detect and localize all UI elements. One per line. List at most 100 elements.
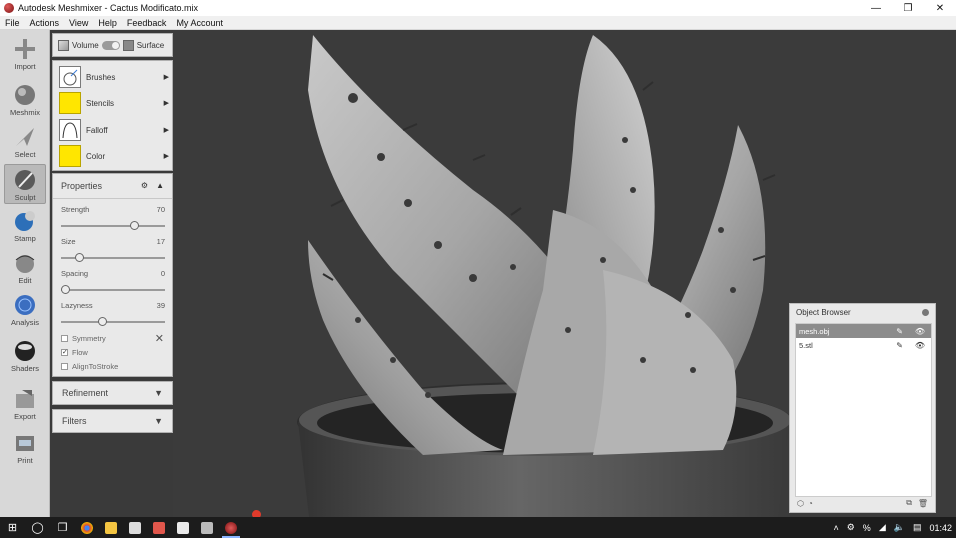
slider-value: 0 — [160, 269, 165, 278]
photos-icon[interactable] — [171, 517, 195, 538]
cortana-search-icon[interactable]: ◯ — [25, 517, 50, 538]
pdf-icon[interactable] — [147, 517, 171, 538]
menu-my-account[interactable]: My Account — [171, 18, 228, 28]
checkbox-box[interactable]: ✓ — [61, 349, 68, 356]
print-icon — [13, 431, 37, 455]
app-icon[interactable] — [195, 517, 219, 538]
cube-icon[interactable]: ⬡ — [797, 499, 804, 508]
filters-panel[interactable]: Filters ▼ — [52, 409, 173, 433]
language-icon[interactable]: % — [863, 523, 871, 533]
slider-knob[interactable] — [74, 253, 84, 262]
symmetry-checkbox[interactable]: Symmetry — [61, 334, 106, 343]
maximize-button[interactable]: ❐ — [892, 0, 924, 16]
tool-export[interactable]: Export — [4, 384, 46, 424]
close-icon[interactable] — [922, 309, 929, 316]
file-explorer-icon[interactable] — [99, 517, 123, 538]
lazyness-slider[interactable]: Lazyness 39 — [61, 301, 165, 326]
collapse-up-icon[interactable]: ▲ — [156, 181, 164, 190]
trash-icon[interactable]: 🗑 — [918, 499, 928, 508]
filters-title: Filters — [62, 416, 87, 426]
chevron-down-icon: ▼ — [154, 416, 163, 426]
tool-label: Edit — [18, 276, 32, 285]
checkbox-label: Symmetry — [72, 334, 106, 343]
tool-print[interactable]: Print — [4, 428, 46, 468]
volume-cube-icon — [58, 39, 69, 51]
slider-value: 70 — [156, 205, 165, 214]
properties-header[interactable]: Properties ⚙ ▲ — [53, 174, 172, 199]
brush-swatch-icon — [59, 66, 81, 88]
object-name: 5.stl — [799, 340, 813, 350]
menu-actions[interactable]: Actions — [25, 18, 65, 28]
size-slider[interactable]: Size 17 — [61, 237, 165, 262]
falloff-label: Falloff — [86, 125, 108, 135]
eye-icon[interactable]: 👁 — [915, 341, 925, 350]
menu-file[interactable]: File — [0, 18, 25, 28]
lock-edit-icon[interactable]: ✎ — [896, 341, 903, 350]
slider-knob[interactable] — [129, 221, 139, 230]
chrome-icon[interactable] — [75, 517, 99, 538]
stencils-label: Stencils — [86, 98, 115, 108]
minimize-button[interactable]: — — [860, 0, 892, 16]
color-row[interactable]: Color ▶ — [59, 144, 169, 168]
symmetry-tool-icon[interactable]: ✕ — [155, 332, 164, 345]
tool-stamp[interactable]: Stamp — [4, 206, 46, 246]
window-title: Autodesk Meshmixer - Cactus Modificato.m… — [18, 3, 199, 13]
meshmix-icon — [13, 83, 37, 107]
menu-view[interactable]: View — [64, 18, 93, 28]
properties-title: Properties — [61, 181, 103, 191]
duplicate-icon[interactable]: ⧉ — [906, 498, 912, 508]
tool-shaders[interactable]: Shaders — [4, 336, 46, 376]
volume-label: Volume — [72, 40, 99, 50]
tool-label: Export — [14, 412, 36, 421]
chevron-up-icon[interactable]: ˄ — [833, 523, 838, 533]
tool-strip: Import Meshmix Select Sculpt Stamp Edit — [0, 30, 50, 517]
checkbox-box[interactable] — [61, 335, 68, 342]
object-item-stl[interactable]: 5.stl ✎ 👁 — [796, 338, 931, 352]
volume-icon[interactable]: 🔈 — [894, 522, 905, 533]
spacing-slider[interactable]: Spacing 0 — [61, 269, 165, 294]
menu-help[interactable]: Help — [93, 18, 122, 28]
tool-sculpt[interactable]: Sculpt — [4, 164, 46, 204]
start-windows-icon[interactable]: ⊞ — [0, 517, 25, 538]
stencils-row[interactable]: Stencils ▶ — [59, 91, 169, 115]
checkbox-box[interactable] — [61, 363, 68, 370]
object-browser: Object Browser mesh.obj ✎ 👁 5.stl ✎ 👁 ⬡ … — [789, 303, 936, 513]
surface-square-icon — [122, 39, 134, 51]
object-browser-footer: ⬡ ◔ ⧉ 🗑 — [795, 497, 932, 509]
strength-slider[interactable]: Strength 70 — [61, 205, 165, 230]
close-button[interactable]: ✕ — [924, 0, 956, 16]
store-icon[interactable] — [123, 517, 147, 538]
falloff-row[interactable]: Falloff ▶ — [59, 118, 169, 142]
brushes-row[interactable]: Brushes ▶ — [59, 65, 169, 89]
refinement-panel[interactable]: Refinement ▼ — [52, 381, 173, 405]
tool-label: Stamp — [14, 234, 36, 243]
menu-feedback[interactable]: Feedback — [122, 18, 172, 28]
object-item-mesh[interactable]: mesh.obj ✎ 👁 — [796, 324, 931, 338]
tool-select[interactable]: Select — [4, 122, 46, 162]
tool-meshmix[interactable]: Meshmix — [4, 80, 46, 120]
clock[interactable]: 01:42 — [929, 523, 952, 533]
tool-edit[interactable]: Edit — [4, 248, 46, 288]
task-view-icon[interactable]: ❐ — [50, 517, 75, 538]
lock-edit-icon[interactable]: ✎ — [896, 327, 903, 336]
meshmixer-app-icon — [4, 3, 14, 13]
flow-checkbox[interactable]: ✓ Flow — [61, 348, 88, 357]
slider-knob[interactable] — [61, 285, 71, 294]
notification-icon[interactable]: ▤ — [913, 522, 922, 533]
wifi-icon[interactable]: ◢ — [879, 522, 886, 533]
meshmixer-taskbar-icon[interactable] — [219, 517, 243, 538]
slider-label: Lazyness — [61, 301, 93, 310]
network-app-icon[interactable]: ⚙ — [847, 522, 855, 533]
gear-icon[interactable]: ⚙ — [141, 181, 148, 190]
volume-surface-toggle[interactable] — [101, 40, 120, 50]
eye-icon[interactable]: 👁 — [915, 327, 925, 336]
falloff-curve-icon — [59, 119, 81, 141]
tool-import[interactable]: Import — [4, 34, 46, 74]
slider-knob[interactable] — [97, 317, 107, 326]
object-list: mesh.obj ✎ 👁 5.stl ✎ 👁 — [795, 323, 932, 497]
loading-icon[interactable]: ◔ — [808, 499, 813, 508]
tool-analysis[interactable]: Analysis — [4, 290, 46, 330]
tool-label: Shaders — [11, 364, 39, 373]
tool-label: Analysis — [11, 318, 39, 327]
aligntostroke-checkbox[interactable]: AlignToStroke — [61, 362, 118, 371]
